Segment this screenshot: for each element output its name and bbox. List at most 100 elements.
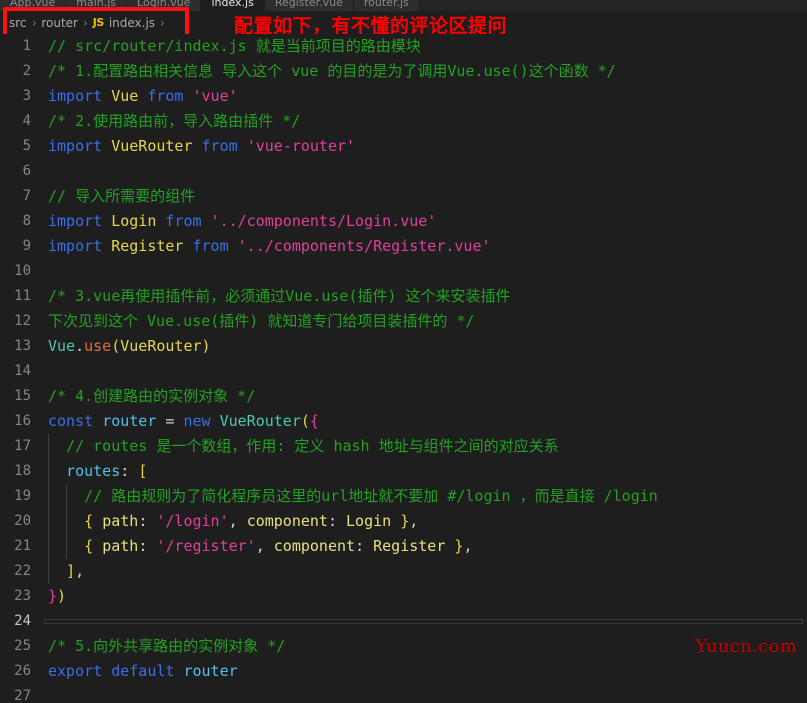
- code-line[interactable]: 3 import Vue from 'vue': [0, 84, 807, 109]
- code-line[interactable]: 24: [0, 609, 807, 634]
- indent-guide: [48, 434, 49, 459]
- code-token-punct: ,: [75, 562, 85, 580]
- code-token-paren: [: [138, 462, 148, 480]
- code-line[interactable]: 25 /* 5.向外共享路由的实例对象 */: [0, 634, 807, 659]
- line-number: 17: [14, 438, 31, 454]
- code-line[interactable]: 11 /* 3.vue再使用插件前，必须通过Vue.use(插件) 这个来安装插件: [0, 284, 807, 309]
- breadcrumb-item-src[interactable]: src: [9, 16, 27, 30]
- code-token-com: /* 1.配置路由相关信息 导入这个 vue 的目的是为了调用Vue.use()…: [48, 62, 616, 80]
- code-line-text: /* 1.配置路由相关信息 导入这个 vue 的目的是为了调用Vue.use()…: [48, 59, 807, 84]
- line-number: 20: [14, 513, 31, 529]
- breadcrumb-item-router[interactable]: router: [41, 16, 78, 30]
- code-line[interactable]: 13 Vue.use(VueRouter): [0, 334, 807, 359]
- code-line[interactable]: 27: [0, 684, 807, 703]
- indent-guide: [66, 534, 67, 559]
- code-token-punct: ,: [409, 512, 419, 530]
- code-line[interactable]: 4 /* 2.使用路由前，导入路由插件 */: [0, 109, 807, 134]
- code-line-text: // 路由规则为了简化程序员这里的url地址就不要加 #/login ，而是直接…: [48, 484, 807, 509]
- code-line[interactable]: 15 /* 4.创建路由的实例对象 */: [0, 384, 807, 409]
- editor-tab-0[interactable]: App.vue: [0, 0, 67, 11]
- editor-tab-label: main.js: [76, 0, 117, 9]
- code-line[interactable]: 23}): [0, 584, 807, 609]
- code-line-text: 下次见到这个 Vue.use(插件) 就知道专门给项目装插件的 */: [48, 309, 807, 334]
- code-editor-body[interactable]: 1 // src/router/index.js 就是当前项目的路由模块 2 /* 1…: [0, 34, 807, 703]
- code-line[interactable]: 8 import Login from '../components/Login.…: [0, 209, 807, 234]
- code-line-text: const router = new VueRouter({: [48, 409, 807, 434]
- code-line[interactable]: 7 // 导入所需要的组件: [0, 184, 807, 209]
- indent-guide: [48, 534, 49, 559]
- code-token-punct: ,: [228, 512, 238, 530]
- line-number: 9: [22, 238, 31, 254]
- editor-tab-4[interactable]: Register.vue: [264, 0, 354, 11]
- code-line[interactable]: 16 const router = new VueRouter({: [0, 409, 807, 434]
- code-token-com: /* 3.vue再使用插件前，必须通过Vue.use(插件) 这个来安装插件: [48, 287, 511, 305]
- code-line[interactable]: 21 { path: '/register', component: Regis…: [0, 534, 807, 559]
- code-line[interactable]: 18 routes: [: [0, 459, 807, 484]
- line-number: 15: [14, 388, 31, 404]
- line-number: 10: [14, 263, 31, 279]
- line-number: 25: [14, 638, 31, 654]
- code-token-com: // 路由规则为了简化程序员这里的url地址就不要加 #/login ，而是直接…: [48, 487, 658, 505]
- indent-guide: [48, 559, 49, 584]
- code-token-str: 'vue-router': [246, 137, 356, 155]
- code-token-key: import: [48, 212, 103, 230]
- code-line-text: // routes 是一个数组，作用: 定义 hash 地址与组件之间的对应关系: [48, 434, 807, 459]
- code-token-punct: ,: [255, 537, 265, 555]
- code-line-text: // 导入所需要的组件: [48, 184, 807, 209]
- line-number: 7: [22, 188, 31, 204]
- line-number: 11: [14, 288, 31, 304]
- code-line-text: { path: '/login', component: Login },: [48, 509, 807, 534]
- code-token-ident: VueRouter: [120, 337, 202, 355]
- line-number: 12: [14, 313, 31, 329]
- code-token-fn: Vue: [48, 337, 76, 355]
- code-line[interactable]: 5 import VueRouter from 'vue-router': [0, 134, 807, 159]
- code-token-meth: use: [84, 337, 112, 355]
- code-token-paren: ): [201, 337, 211, 355]
- code-line[interactable]: 2 /* 1.配置路由相关信息 导入这个 vue 的目的是为了调用Vue.use(…: [0, 59, 807, 84]
- editor-tab-2[interactable]: Login.vue: [127, 0, 202, 11]
- code-line[interactable]: 12 下次见到这个 Vue.use(插件) 就知道专门给项目装插件的 */: [0, 309, 807, 334]
- code-token-com: 下次见到这个 Vue.use(插件) 就知道专门给项目装插件的 */: [48, 312, 475, 330]
- code-token-paren: (: [111, 337, 121, 355]
- code-line[interactable]: 1 // src/router/index.js 就是当前项目的路由模块: [0, 34, 807, 59]
- line-number: 14: [14, 363, 31, 379]
- editor-tab-5[interactable]: router.js: [353, 0, 420, 11]
- code-token-ident: Vue: [111, 87, 139, 105]
- code-line[interactable]: 22 ],: [0, 559, 807, 584]
- line-number: 16: [14, 413, 31, 429]
- editor-tab-3[interactable]: index.js: [201, 0, 265, 11]
- code-token-paren: ): [57, 587, 67, 605]
- code-token-paren: (: [300, 412, 310, 430]
- code-line[interactable]: 17 // routes 是一个数组，作用: 定义 hash 地址与组件之间的对…: [0, 434, 807, 459]
- code-token-prop: Login: [346, 512, 392, 530]
- code-token-from: from: [192, 237, 229, 255]
- breadcrumb-separator-icon: ›: [160, 15, 165, 30]
- code-line-text: import VueRouter from 'vue-router': [48, 134, 807, 159]
- code-line[interactable]: 14: [0, 359, 807, 384]
- code-token-key: import: [48, 87, 103, 105]
- code-line-text: }): [48, 584, 807, 609]
- line-number: 22: [14, 563, 31, 579]
- code-line[interactable]: 19 // 路由规则为了简化程序员这里的url地址就不要加 #/login ，而…: [0, 484, 807, 509]
- code-line-text: // src/router/index.js 就是当前项目的路由模块: [48, 34, 807, 59]
- editor-tab-1[interactable]: main.js: [66, 0, 128, 11]
- editor-tab-label: index.js: [211, 0, 254, 9]
- code-token-prop: component: [273, 537, 356, 555]
- code-line[interactable]: 26 export default router: [0, 659, 807, 684]
- code-token-prop: Register: [373, 537, 446, 555]
- indent-guide: [66, 509, 67, 534]
- code-line-text: /* 5.向外共享路由的实例对象 */: [48, 634, 807, 659]
- code-line[interactable]: 20 { path: '/login', component: Login },: [0, 509, 807, 534]
- breadcrumb-item-index-js[interactable]: index.js: [109, 16, 155, 30]
- code-line[interactable]: 6: [0, 159, 807, 184]
- code-line[interactable]: 9 import Register from '../components/Reg…: [0, 234, 807, 259]
- code-line[interactable]: 10: [0, 259, 807, 284]
